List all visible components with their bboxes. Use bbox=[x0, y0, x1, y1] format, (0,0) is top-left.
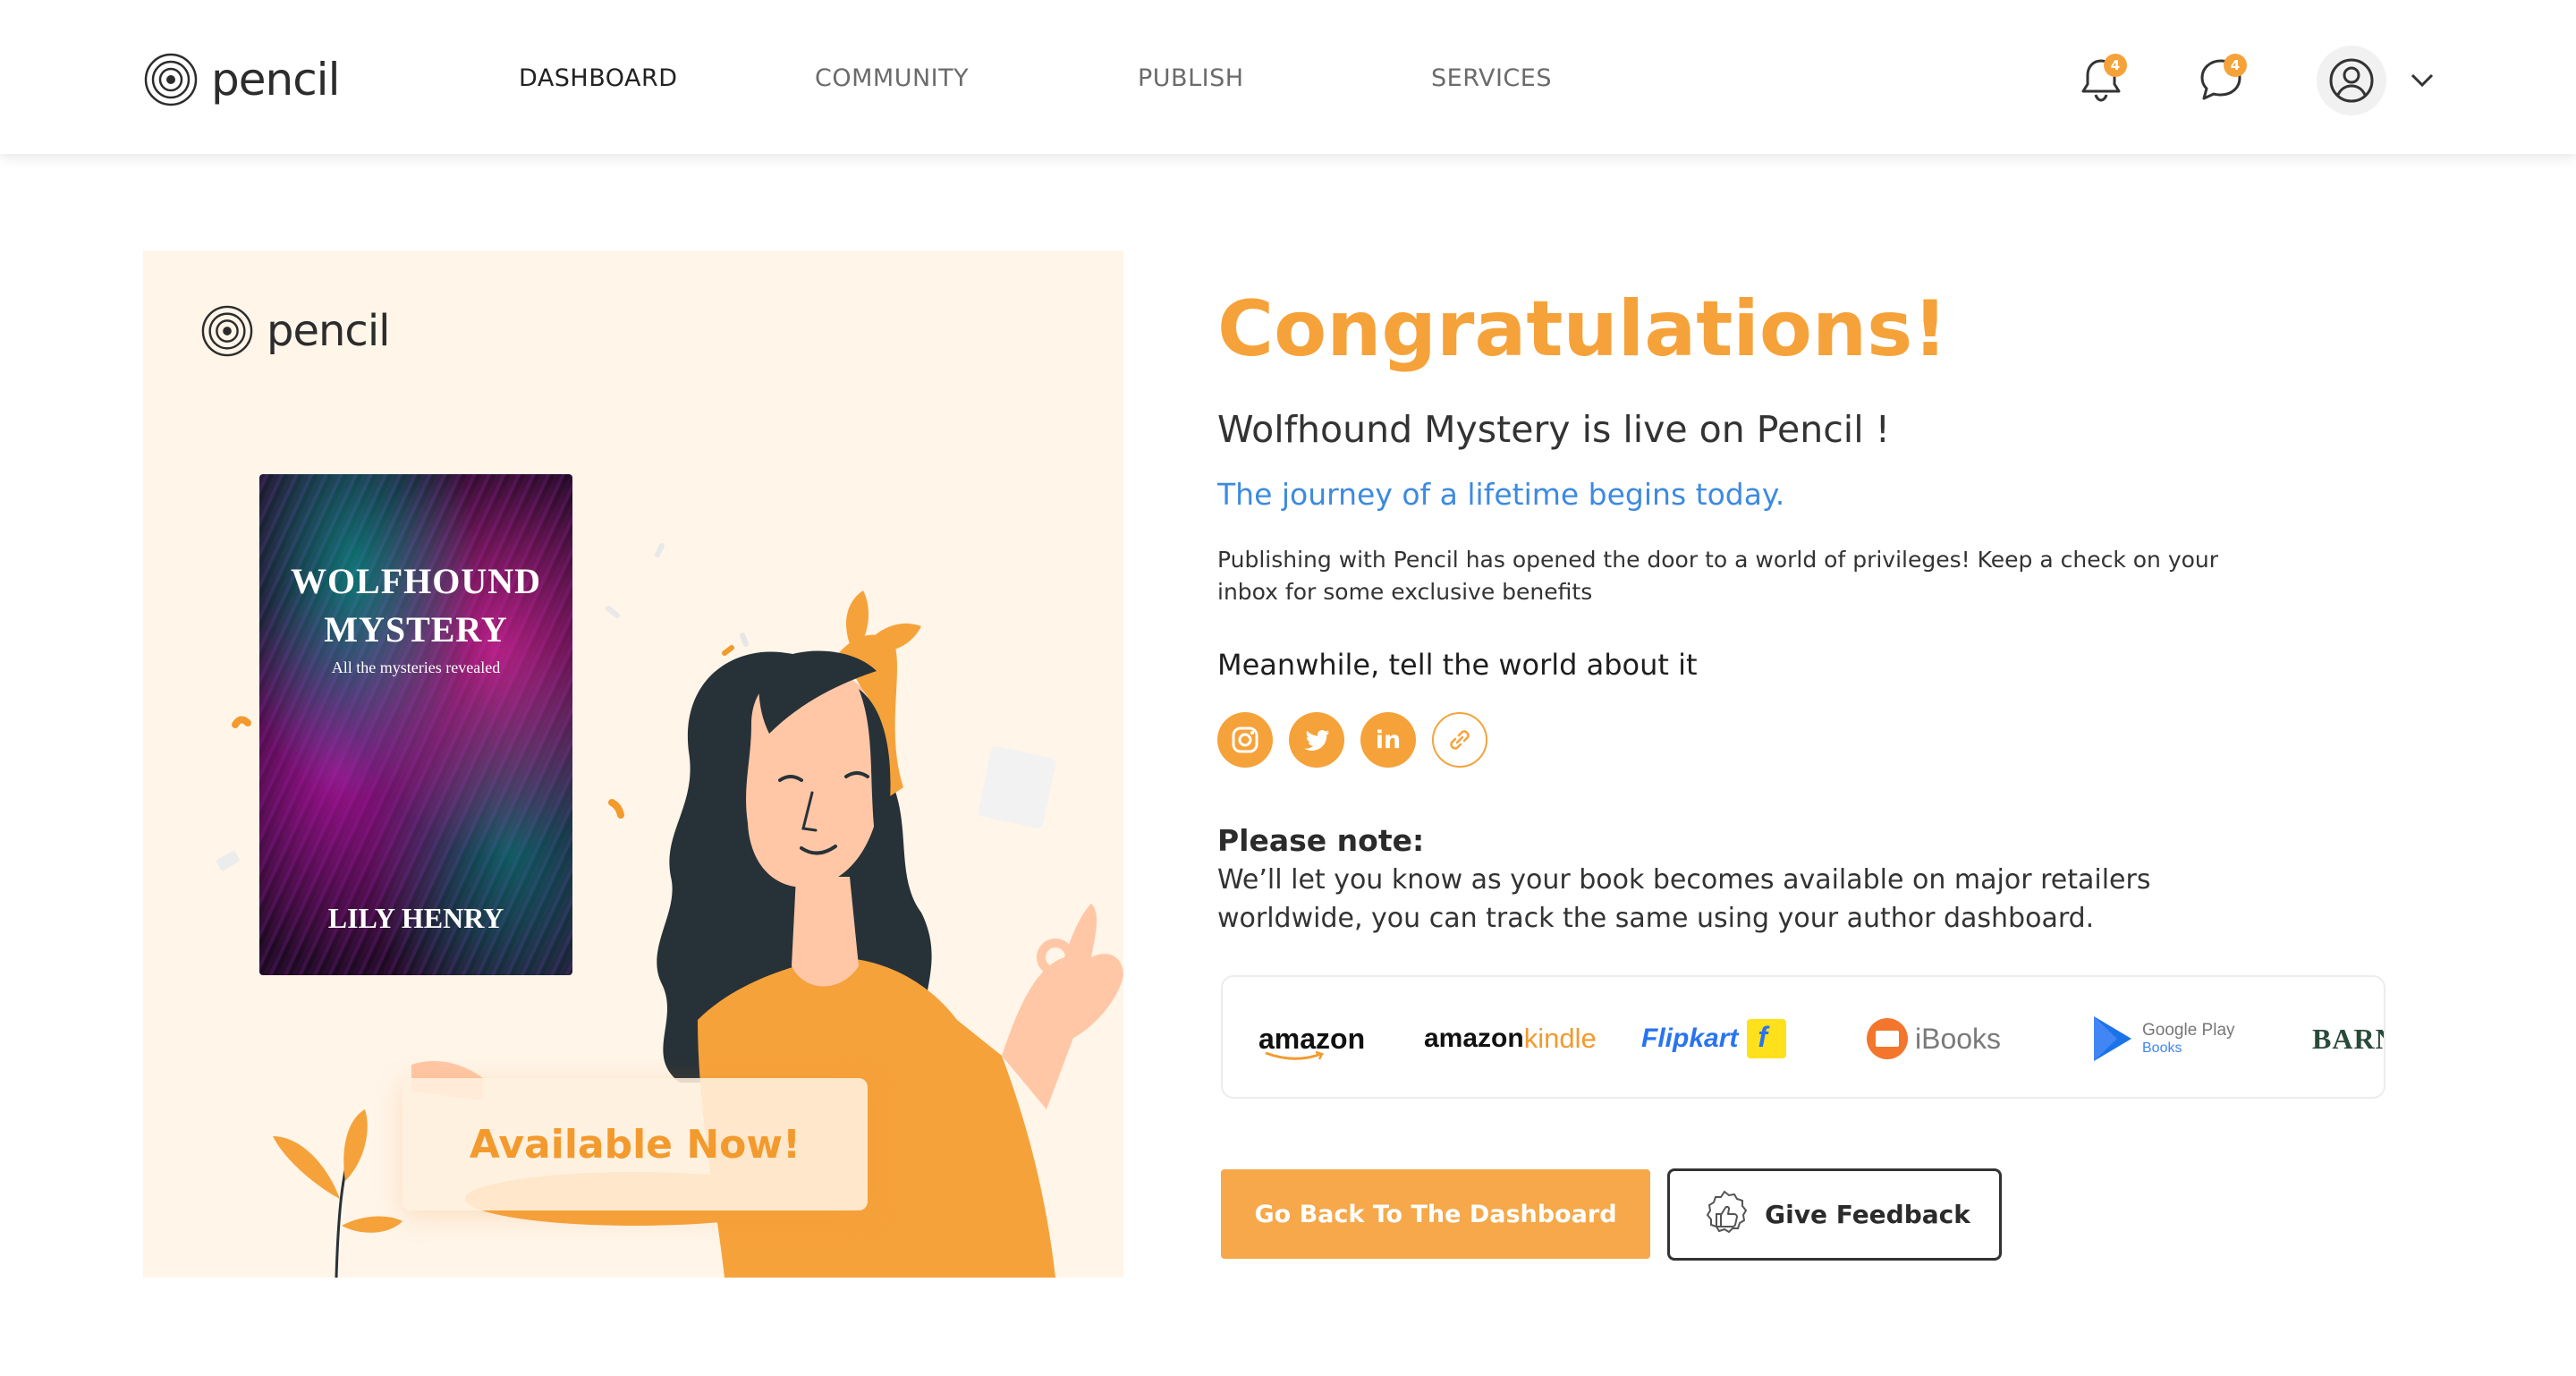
profile-menu-toggle[interactable] bbox=[2410, 72, 2435, 93]
note-text: We’ll let you know as your book becomes … bbox=[1217, 864, 2151, 934]
ibooks-logo: iBooks bbox=[1867, 977, 2001, 1097]
nav-publish[interactable]: PUBLISH bbox=[1138, 64, 1244, 92]
instagram-icon bbox=[1232, 726, 1258, 753]
notification-count-badge: 4 bbox=[2104, 54, 2127, 77]
pencil-logo-icon bbox=[144, 53, 198, 106]
thumbs-up-badge-icon bbox=[1706, 1190, 1748, 1233]
nav-dashboard[interactable]: DASHBOARD bbox=[519, 64, 678, 92]
give-feedback-label: Give Feedback bbox=[1765, 1200, 1970, 1229]
user-icon bbox=[2329, 58, 2374, 103]
retailers-strip: amazon amazon kindle Flipkart f iBooks Go… bbox=[1221, 975, 2385, 1099]
share-linkedin-button[interactable]: in bbox=[1360, 712, 1416, 768]
give-feedback-button[interactable]: Give Feedback bbox=[1667, 1168, 2002, 1261]
nav-services[interactable]: SERVICES bbox=[1431, 64, 1552, 92]
copy-link-button[interactable] bbox=[1432, 712, 1487, 768]
book-live-text: Wolfhound Mystery is live on Pencil ! bbox=[1217, 408, 1891, 451]
brand-name: pencil bbox=[211, 54, 340, 106]
pencil-logo[interactable]: pencil bbox=[143, 52, 340, 107]
nav-community[interactable]: COMMUNITY bbox=[815, 64, 969, 92]
twitter-icon bbox=[1303, 729, 1330, 752]
link-icon bbox=[1450, 730, 1470, 750]
amazon-logo: amazon bbox=[1258, 977, 1365, 1097]
chevron-down-icon bbox=[2411, 73, 2434, 88]
success-illustration: pencil WOLFHOUND MYSTERY All the mysteri… bbox=[143, 251, 1123, 1278]
flipkart-logo: Flipkart f bbox=[1641, 977, 1787, 1097]
profile-avatar-button[interactable] bbox=[2317, 46, 2386, 115]
go-back-dashboard-button[interactable]: Go Back To The Dashboard bbox=[1221, 1169, 1650, 1259]
message-count-badge: 4 bbox=[2224, 54, 2247, 77]
amazon-kindle-logo: amazon kindle bbox=[1424, 1023, 1597, 1054]
share-instagram-button[interactable] bbox=[1217, 712, 1273, 768]
top-navigation-bar: pencil DASHBOARD COMMUNITY PUBLISH SERVI… bbox=[0, 0, 2576, 154]
notifications-button[interactable]: 4 bbox=[2075, 54, 2129, 107]
share-heading: Meanwhile, tell the world about it bbox=[1217, 648, 1698, 682]
linkedin-icon: in bbox=[1375, 726, 1402, 754]
congratulations-heading: Congratulations! bbox=[1217, 285, 1948, 374]
share-twitter-button[interactable] bbox=[1289, 712, 1344, 768]
journey-tagline: The journey of a lifetime begins today. bbox=[1217, 477, 1785, 512]
barnes-noble-logo: BARNES bbox=[2312, 1022, 2384, 1055]
google-play-books-logo: Google Play Books bbox=[2090, 977, 2235, 1097]
privileges-paragraph: Publishing with Pencil has opened the do… bbox=[1217, 547, 2219, 605]
available-now-badge: Available Now! bbox=[402, 1078, 868, 1210]
note-heading: Please note: bbox=[1217, 823, 1425, 858]
messages-button[interactable]: 4 bbox=[2195, 54, 2249, 107]
